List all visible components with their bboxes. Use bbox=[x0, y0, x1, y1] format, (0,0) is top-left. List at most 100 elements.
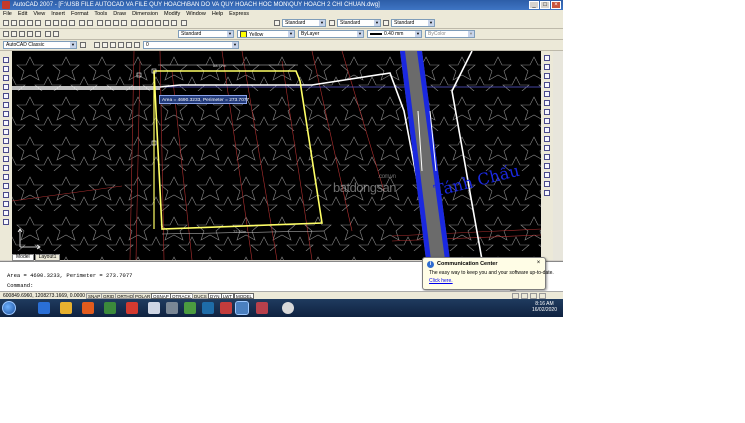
erase-icon[interactable] bbox=[544, 55, 550, 61]
join-icon[interactable] bbox=[544, 163, 550, 169]
make-block-icon[interactable] bbox=[3, 165, 9, 171]
tool-icon[interactable] bbox=[166, 302, 178, 314]
save-icon[interactable] bbox=[19, 20, 25, 26]
close-button[interactable]: × bbox=[551, 1, 561, 9]
window-icon[interactable] bbox=[148, 302, 160, 314]
polygon-icon[interactable] bbox=[3, 84, 9, 90]
sheet-set-icon[interactable] bbox=[155, 20, 161, 26]
break-icon[interactable] bbox=[544, 154, 550, 160]
menu-edit[interactable]: Edit bbox=[18, 10, 27, 18]
workspace-select[interactable]: AutoCAD Classic ▼ bbox=[3, 41, 77, 49]
hatch-icon[interactable] bbox=[3, 183, 9, 189]
mirror-icon[interactable] bbox=[544, 73, 550, 79]
rectangle-icon[interactable] bbox=[3, 93, 9, 99]
menu-window[interactable]: Window bbox=[186, 10, 206, 18]
arc-icon[interactable] bbox=[3, 102, 9, 108]
table-style-select[interactable]: Standard ▼ bbox=[391, 19, 435, 27]
tab-layout1[interactable]: Layout1 bbox=[34, 254, 61, 261]
matchprop-icon[interactable] bbox=[69, 20, 75, 26]
app-icon[interactable] bbox=[126, 302, 138, 314]
click-here-link[interactable]: Click here. bbox=[429, 278, 453, 284]
menu-file[interactable]: File bbox=[3, 10, 12, 18]
ie-icon[interactable] bbox=[38, 302, 50, 314]
extend-icon[interactable] bbox=[544, 145, 550, 151]
array-icon[interactable] bbox=[544, 91, 550, 97]
trim-icon[interactable] bbox=[544, 136, 550, 142]
firefox-icon[interactable] bbox=[82, 302, 94, 314]
ellipse-icon[interactable] bbox=[3, 138, 9, 144]
maximize-button[interactable]: □ bbox=[540, 1, 550, 9]
markup-icon[interactable] bbox=[163, 20, 169, 26]
communication-center-balloon[interactable]: i Communication Center × The easy way to… bbox=[422, 257, 554, 295]
workspace-settings-icon[interactable] bbox=[80, 42, 86, 48]
app2-icon[interactable] bbox=[256, 302, 268, 314]
clock[interactable]: 8:16 AM 16/02/2020 bbox=[532, 301, 557, 313]
copy-object-icon[interactable] bbox=[544, 64, 550, 70]
offset-icon[interactable] bbox=[544, 82, 550, 88]
plotstyle-select[interactable]: ByColor ▼ bbox=[425, 30, 475, 38]
drawing-viewport[interactable]: 88.77m 72.50m bbox=[12, 51, 541, 260]
print-icon[interactable] bbox=[27, 20, 33, 26]
cut-icon[interactable] bbox=[45, 20, 51, 26]
vertical-scrollbar[interactable] bbox=[553, 51, 563, 260]
layer-select[interactable]: Standard ▼ bbox=[178, 30, 234, 38]
tab-model[interactable]: Model bbox=[12, 254, 34, 261]
menu-express[interactable]: Express bbox=[229, 10, 249, 18]
tool-palettes-icon[interactable] bbox=[147, 20, 153, 26]
zoom-window-icon[interactable] bbox=[113, 20, 119, 26]
app3-icon[interactable] bbox=[282, 302, 294, 314]
menu-view[interactable]: View bbox=[33, 10, 45, 18]
explorer-icon[interactable] bbox=[60, 302, 72, 314]
redo-icon[interactable] bbox=[87, 20, 93, 26]
properties-icon[interactable] bbox=[131, 20, 137, 26]
construction-line-icon[interactable] bbox=[3, 66, 9, 72]
region-icon[interactable] bbox=[3, 201, 9, 207]
text-style-select[interactable]: Standard ▼ bbox=[282, 19, 326, 27]
layer-previous-icon[interactable] bbox=[53, 31, 59, 37]
layer-state-icon[interactable] bbox=[11, 31, 17, 37]
gradient-icon[interactable] bbox=[3, 192, 9, 198]
menu-tools[interactable]: Tools bbox=[94, 10, 107, 18]
autocad-taskbar-icon[interactable] bbox=[235, 301, 249, 315]
media-icon[interactable] bbox=[104, 302, 116, 314]
revision-cloud-icon[interactable] bbox=[3, 120, 9, 126]
chamfer-icon[interactable] bbox=[544, 172, 550, 178]
close-icon[interactable]: × bbox=[535, 260, 542, 267]
current-layer-select[interactable]: 0 ▼ bbox=[143, 41, 239, 49]
new-icon[interactable] bbox=[3, 20, 9, 26]
dim-style-select[interactable]: Standard ▼ bbox=[337, 19, 381, 27]
rotate-icon[interactable] bbox=[544, 109, 550, 115]
scale-icon[interactable] bbox=[544, 118, 550, 124]
help-icon[interactable] bbox=[181, 20, 187, 26]
point-icon[interactable] bbox=[3, 174, 9, 180]
menu-help[interactable]: Help bbox=[212, 10, 223, 18]
move-icon[interactable] bbox=[544, 100, 550, 106]
lineweight-select[interactable]: 0.40 mm ▼ bbox=[367, 30, 422, 38]
command-prompt[interactable]: Command: bbox=[7, 282, 33, 289]
word-icon[interactable] bbox=[202, 302, 214, 314]
start-button[interactable] bbox=[2, 301, 16, 315]
mtext-icon[interactable] bbox=[3, 219, 9, 225]
ellipse-arc-icon[interactable] bbox=[3, 147, 9, 153]
explode-icon[interactable] bbox=[544, 190, 550, 196]
zoom-previous-icon[interactable] bbox=[121, 20, 127, 26]
undo-icon[interactable] bbox=[79, 20, 85, 26]
menu-modify[interactable]: Modify bbox=[164, 10, 180, 18]
polyline-icon[interactable] bbox=[3, 75, 9, 81]
paste-icon[interactable] bbox=[61, 20, 67, 26]
pdf-icon[interactable] bbox=[220, 302, 232, 314]
circle-icon[interactable] bbox=[3, 111, 9, 117]
chrome-icon[interactable] bbox=[184, 302, 196, 314]
open-icon[interactable] bbox=[11, 20, 17, 26]
minimize-button[interactable]: _ bbox=[529, 1, 539, 9]
fillet-icon[interactable] bbox=[544, 181, 550, 187]
linetype-select[interactable]: ByLayer ▼ bbox=[298, 30, 364, 38]
menu-format[interactable]: Format bbox=[71, 10, 88, 18]
line-icon[interactable] bbox=[3, 57, 9, 63]
table-icon[interactable] bbox=[3, 210, 9, 216]
menu-insert[interactable]: Insert bbox=[51, 10, 65, 18]
insert-block-icon[interactable] bbox=[3, 156, 9, 162]
layer-properties-icon[interactable] bbox=[94, 42, 100, 48]
layer-manager-icon[interactable] bbox=[3, 31, 9, 37]
design-center-icon[interactable] bbox=[139, 20, 145, 26]
